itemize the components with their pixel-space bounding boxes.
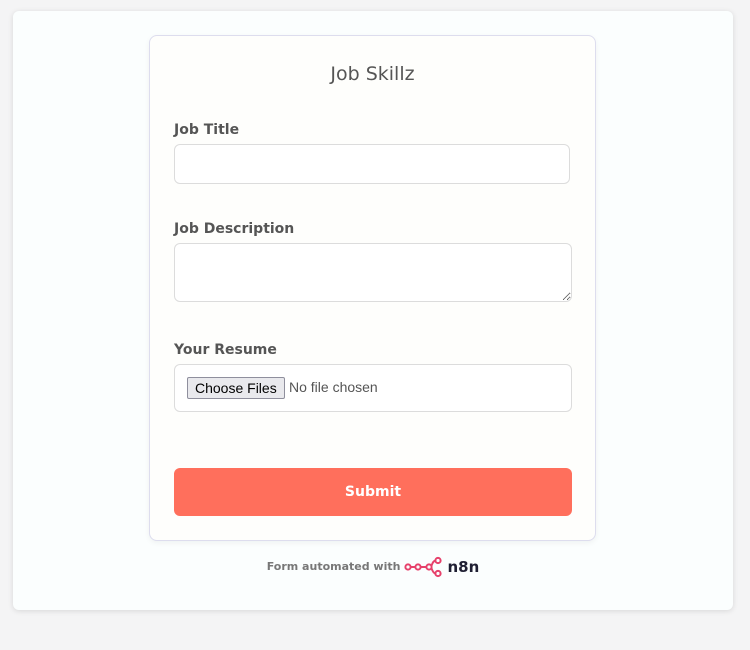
submit-button[interactable]: Submit — [174, 468, 572, 516]
file-status-text: No file chosen — [289, 379, 378, 395]
footer: Form automated with n8n — [13, 555, 733, 579]
resume-file-input[interactable]: Choose Files No file chosen — [174, 364, 572, 412]
n8n-link[interactable]: n8n — [404, 556, 479, 578]
resume-label: Your Resume — [174, 342, 277, 358]
form-title: Job Skillz — [330, 63, 415, 85]
footer-text: Form automated with — [266, 560, 401, 573]
job-description-label: Job Description — [174, 221, 295, 237]
n8n-brand-text: n8n — [447, 557, 480, 576]
job-title-label: Job Title — [174, 122, 240, 138]
form-page: Job Skillz Job Title Job Description You… — [13, 11, 733, 610]
job-title-input[interactable] — [174, 144, 570, 184]
n8n-logo-icon — [404, 556, 443, 577]
choose-files-button[interactable]: Choose Files — [187, 377, 285, 399]
job-description-textarea[interactable] — [174, 243, 572, 302]
form-card: Job Skillz Job Title Job Description You… — [149, 35, 596, 541]
